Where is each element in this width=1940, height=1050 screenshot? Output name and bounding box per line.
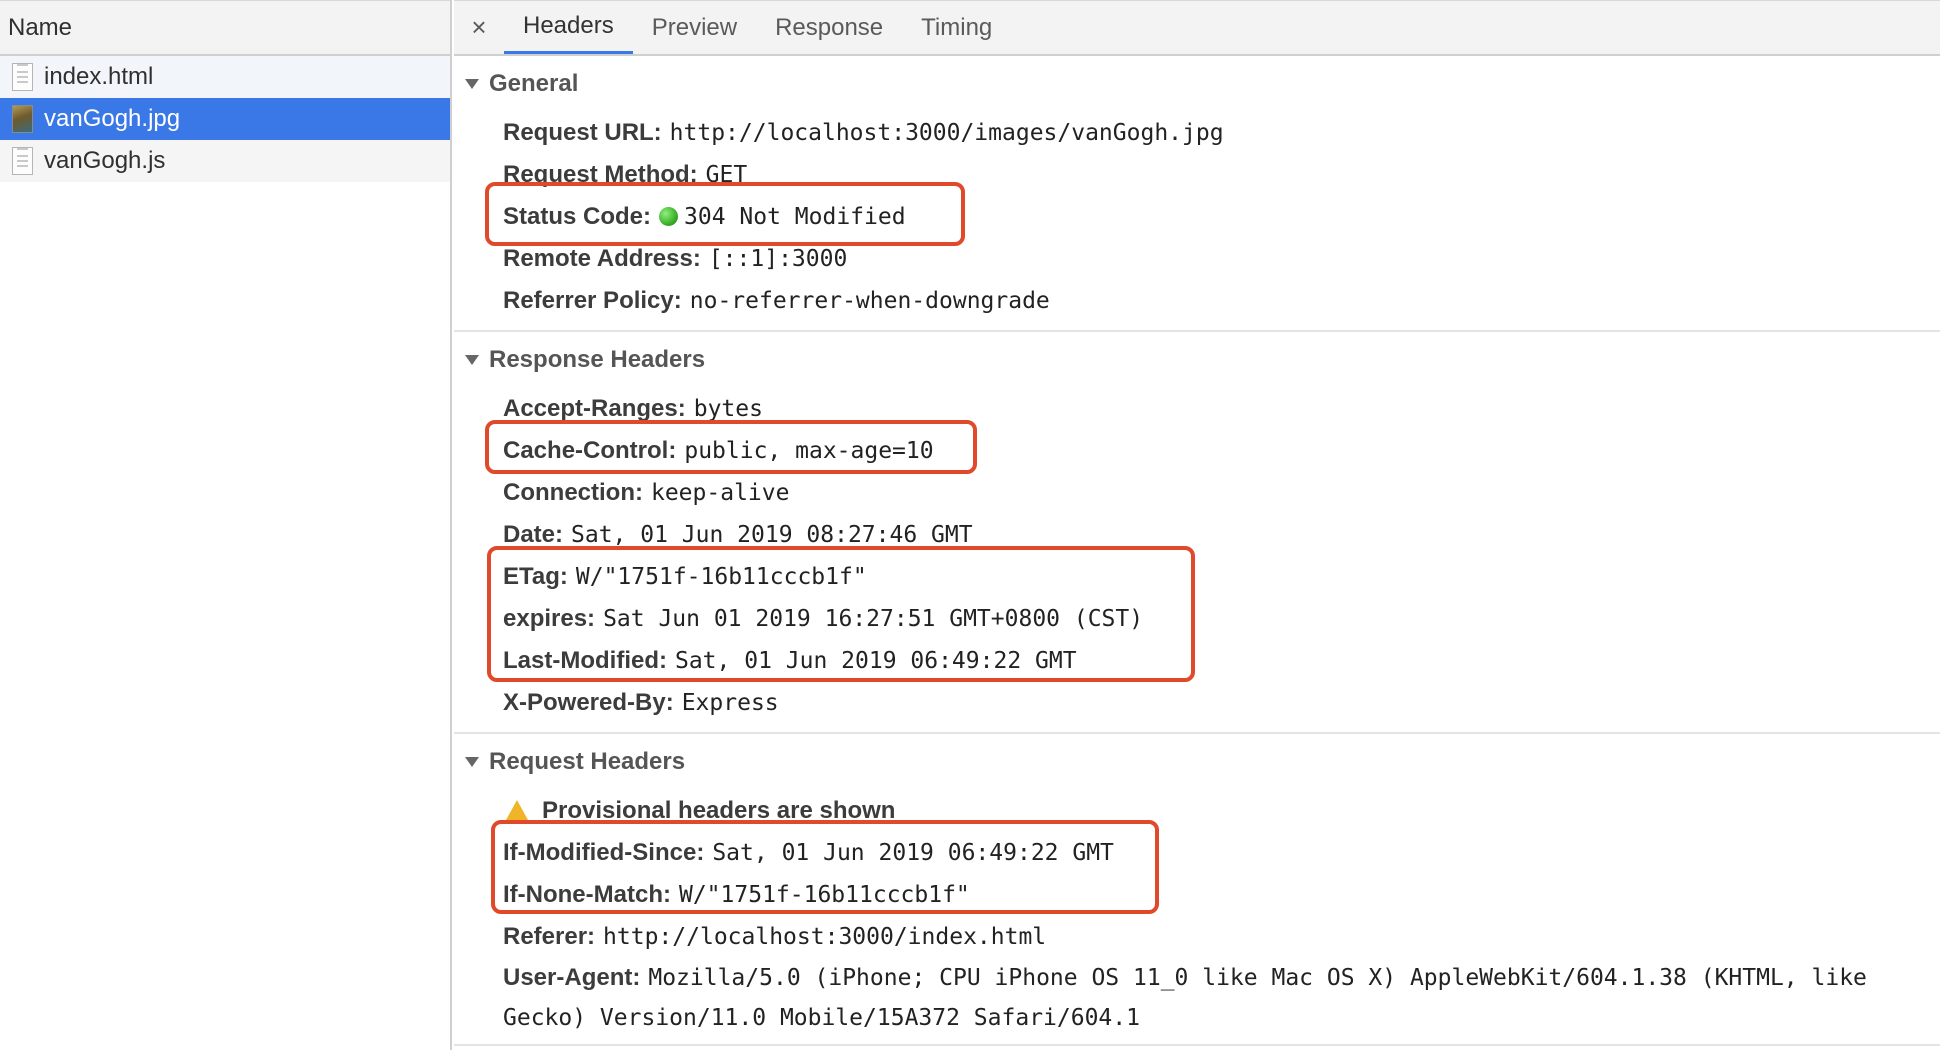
request-row-vangogh-jpg[interactable]: vanGogh.jpg	[0, 98, 450, 140]
warning-icon	[506, 800, 528, 820]
header-row: Referer: http://localhost:3000/index.html	[454, 916, 1940, 958]
highlight-conditional-request	[491, 820, 1159, 914]
close-icon[interactable]: ×	[454, 1, 504, 54]
header-key: Connection:	[503, 479, 643, 506]
request-name: vanGogh.js	[44, 147, 166, 174]
header-key: User-Agent:	[503, 964, 641, 991]
response-headers-toggle[interactable]: Response Headers	[454, 332, 1940, 388]
header-row: Request URL: http://localhost:3000/images…	[454, 112, 1940, 154]
triangle-down-icon	[465, 355, 479, 365]
section-title: Request Headers	[489, 748, 686, 775]
request-name: vanGogh.jpg	[44, 105, 181, 132]
header-value: http://localhost:3000/index.html	[603, 924, 1047, 950]
header-value: [::1]:3000	[708, 246, 848, 272]
header-key: Remote Address:	[503, 245, 701, 272]
header-value: Mozilla/5.0 (iPhone; CPU iPhone OS 11_0 …	[503, 965, 1867, 1031]
request-name: index.html	[44, 63, 154, 90]
general-section-toggle[interactable]: General	[454, 56, 1940, 112]
section-title: General	[489, 70, 579, 97]
header-key: Referer:	[503, 923, 596, 950]
document-icon	[12, 63, 33, 91]
name-column-header[interactable]: Name	[0, 0, 450, 56]
header-value: http://localhost:3000/images/vanGogh.jpg	[669, 120, 1224, 146]
header-value: keep-alive	[650, 480, 790, 506]
header-value: no-referrer-when-downgrade	[689, 288, 1050, 314]
header-key: Referrer Policy:	[503, 287, 682, 314]
header-value: Express	[681, 690, 779, 716]
tab-response[interactable]: Response	[756, 1, 902, 54]
header-row: Referrer Policy: no-referrer-when-downgra…	[454, 280, 1940, 322]
highlight-status-code	[485, 182, 965, 246]
request-row-index-html[interactable]: index.html	[0, 56, 450, 98]
details-tabbar: × Headers Preview Response Timing	[454, 0, 1940, 56]
header-row: Connection: keep-alive	[454, 472, 1940, 514]
header-row: User-Agent: Mozilla/5.0 (iPhone; CPU iPho…	[454, 958, 1940, 1038]
triangle-down-icon	[465, 79, 479, 89]
triangle-down-icon	[465, 757, 479, 767]
header-key: Request URL:	[503, 119, 662, 146]
header-value: Sat, 01 Jun 2019 08:27:46 GMT	[571, 522, 973, 548]
header-key: Date:	[503, 521, 564, 548]
tab-timing[interactable]: Timing	[902, 1, 1011, 54]
header-row: X-Powered-By: Express	[454, 682, 1940, 724]
request-list-panel: Name index.html vanGogh.jpg vanGogh.js	[0, 0, 452, 1050]
tab-headers[interactable]: Headers	[504, 1, 633, 54]
tab-preview[interactable]: Preview	[633, 1, 756, 54]
request-row-vangogh-js[interactable]: vanGogh.js	[0, 140, 450, 182]
highlight-validators	[487, 546, 1195, 682]
header-value: bytes	[693, 396, 763, 422]
header-key: Accept-Ranges:	[503, 395, 686, 422]
section-title: Response Headers	[489, 346, 706, 373]
header-key: X-Powered-By:	[503, 689, 674, 716]
request-headers-toggle[interactable]: Request Headers	[454, 734, 1940, 790]
highlight-cache-control	[485, 420, 977, 474]
document-icon	[12, 147, 33, 175]
image-icon	[12, 105, 33, 133]
